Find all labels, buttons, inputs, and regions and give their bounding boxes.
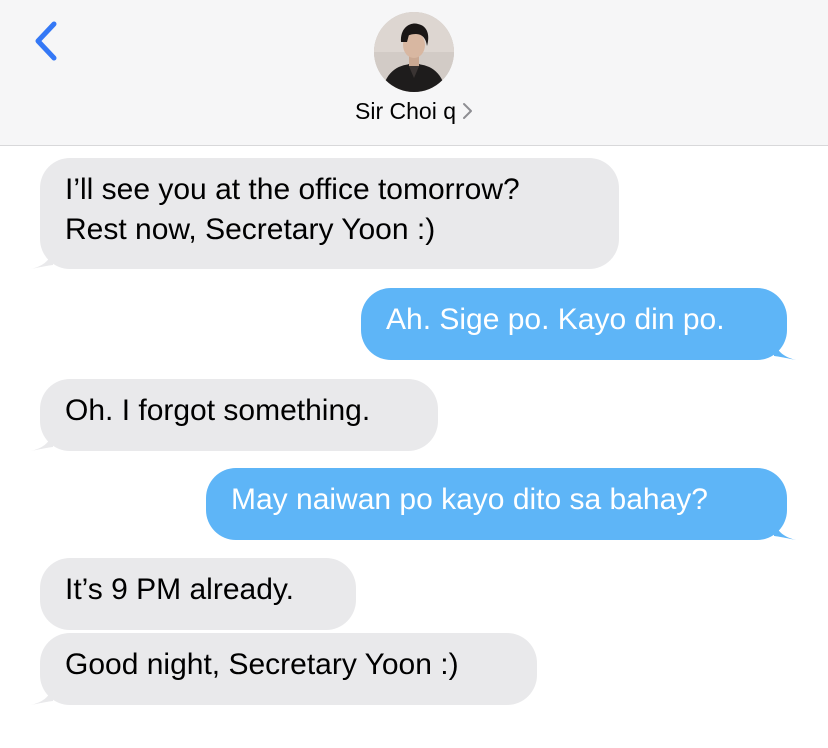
- message-line: Ah. Sige po. Kayo din po.: [386, 303, 725, 336]
- bubble-tail: [31, 679, 53, 705]
- sent-message[interactable]: May naiwan po kayo dito sa bahay?: [206, 468, 796, 540]
- bubble-tail: [31, 425, 53, 451]
- message-line: Oh. I forgot something.: [65, 394, 371, 427]
- message-line: Good night, Secretary Yoon :): [65, 648, 459, 681]
- received-message[interactable]: I’ll see you at the office tomorrow? Res…: [31, 158, 619, 269]
- conversation-header: Sir Choi q: [0, 0, 828, 146]
- message-line: I’ll see you at the office tomorrow?: [65, 173, 520, 206]
- chevron-right-icon: [462, 97, 473, 127]
- message-line: Rest now, Secretary Yoon :): [65, 213, 436, 246]
- avatar[interactable]: [374, 12, 454, 92]
- received-message[interactable]: It’s 9 PM already.: [40, 558, 356, 630]
- received-message[interactable]: Good night, Secretary Yoon :): [31, 633, 537, 705]
- contact-name: Sir Choi q: [355, 98, 456, 124]
- chevron-left-icon: [35, 21, 57, 61]
- message-thread[interactable]: I’ll see you at the office tomorrow? Res…: [0, 146, 828, 748]
- message-line: May naiwan po kayo dito sa bahay?: [231, 483, 708, 516]
- bubble-tail: [774, 334, 796, 360]
- bubble-tail: [774, 514, 796, 540]
- received-message[interactable]: Oh. I forgot something.: [31, 379, 438, 451]
- avatar-image: [374, 12, 454, 92]
- message-line: It’s 9 PM already.: [65, 573, 294, 606]
- bubble-tail: [31, 243, 53, 269]
- contact-name-row[interactable]: Sir Choi q: [0, 96, 828, 127]
- sent-message[interactable]: Ah. Sige po. Kayo din po.: [361, 288, 796, 360]
- back-button[interactable]: [26, 16, 70, 66]
